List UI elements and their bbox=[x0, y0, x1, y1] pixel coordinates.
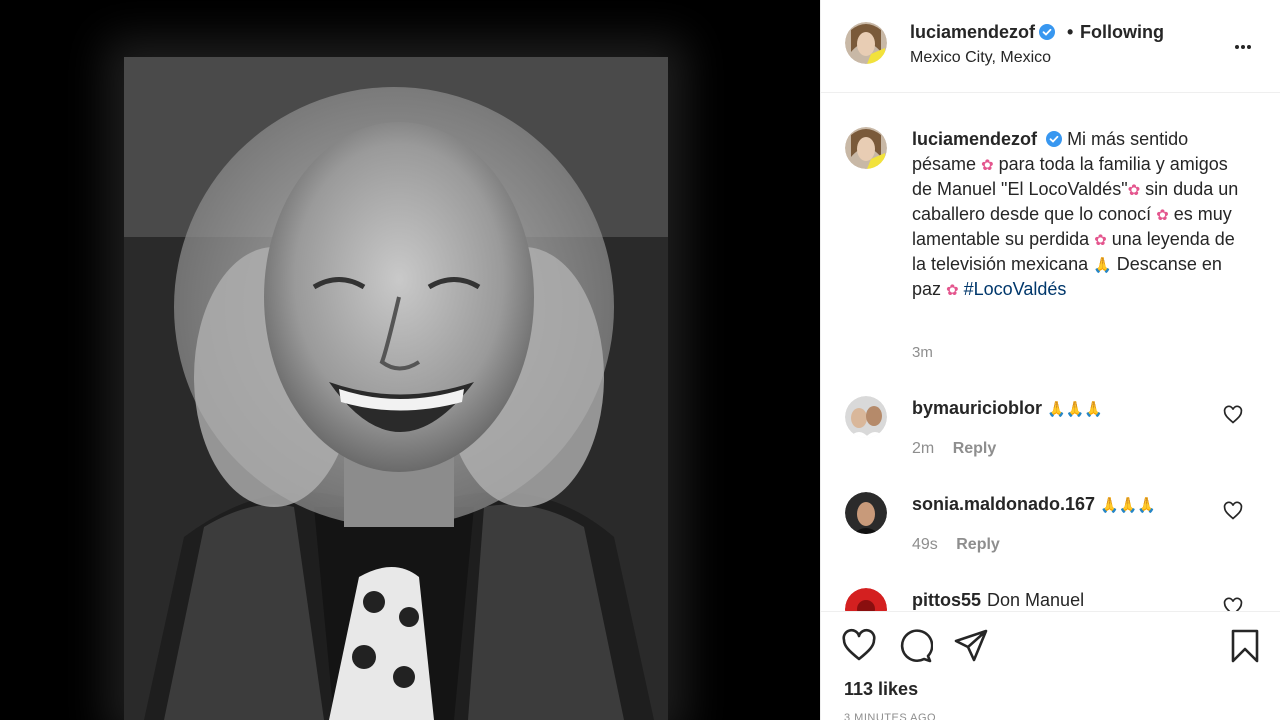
folded-hands-icon: 🙏🙏🙏 bbox=[1100, 497, 1157, 514]
commenter-avatar[interactable] bbox=[845, 396, 887, 438]
comment-username[interactable]: sonia.maldonado.167 bbox=[912, 494, 1095, 514]
comment-username[interactable]: bymauricioblor bbox=[912, 398, 1042, 418]
hibiscus-icon: ✿ bbox=[946, 282, 959, 299]
heart-icon[interactable] bbox=[841, 628, 877, 664]
post-photo[interactable] bbox=[124, 57, 668, 720]
share-icon[interactable] bbox=[953, 628, 989, 664]
comments-list[interactable]: luciamendezof Mi más sentido pésame ✿ pa… bbox=[821, 94, 1280, 611]
commenter-avatar[interactable] bbox=[845, 492, 887, 534]
comment-time: 49s bbox=[912, 536, 938, 553]
caption-timestamp: 3m bbox=[912, 344, 933, 361]
reply-button[interactable]: Reply bbox=[953, 440, 997, 457]
author-avatar[interactable] bbox=[845, 22, 887, 64]
post-media-area bbox=[0, 0, 820, 720]
caption-author-avatar[interactable] bbox=[845, 127, 887, 169]
verified-badge-icon bbox=[1039, 24, 1056, 40]
comment-item: pittos55 Don Manuel bbox=[821, 588, 1280, 611]
comment-like-heart-icon[interactable] bbox=[1223, 597, 1243, 611]
post-caption: luciamendezof Mi más sentido pésame ✿ pa… bbox=[912, 127, 1252, 302]
author-username[interactable]: luciamendezof bbox=[910, 22, 1056, 43]
comment-text: Don Manuel bbox=[987, 590, 1085, 610]
comment-icon[interactable] bbox=[897, 628, 933, 664]
post-timestamp: 3 MINUTES AGO bbox=[844, 712, 937, 720]
comment-item: bymauricioblor 🙏🙏🙏 2m Reply bbox=[821, 396, 1280, 486]
hibiscus-icon: ✿ bbox=[1127, 182, 1141, 199]
comment-like-heart-icon[interactable] bbox=[1223, 501, 1243, 521]
post-action-bar: 113 likes 3 MINUTES AGO bbox=[821, 611, 1280, 720]
header-separator: • bbox=[1067, 22, 1074, 42]
comment-username[interactable]: pittos55 bbox=[912, 590, 981, 610]
commenter-avatar[interactable] bbox=[845, 588, 887, 611]
more-options-icon[interactable] bbox=[1235, 36, 1259, 52]
author-username-text[interactable]: luciamendezof bbox=[910, 22, 1035, 42]
post-location[interactable]: Mexico City, Mexico bbox=[910, 49, 1051, 67]
following-button[interactable]: Following bbox=[1080, 22, 1164, 43]
portrait-image bbox=[124, 57, 668, 720]
reply-button[interactable]: Reply bbox=[956, 536, 1000, 553]
post-header: luciamendezof • Following Mexico City, M… bbox=[821, 0, 1280, 93]
caption-hashtag[interactable]: #LocoValdés bbox=[964, 279, 1067, 299]
comment-like-heart-icon[interactable] bbox=[1223, 405, 1243, 425]
verified-badge-icon bbox=[1046, 131, 1063, 147]
comment-item: sonia.maldonado.167 🙏🙏🙏 49s Reply bbox=[821, 492, 1280, 582]
hibiscus-icon: ✿ bbox=[981, 157, 994, 174]
hibiscus-icon: ✿ bbox=[1156, 207, 1169, 224]
post-side-panel: luciamendezof • Following Mexico City, M… bbox=[820, 0, 1280, 720]
hibiscus-icon: ✿ bbox=[1094, 232, 1107, 249]
folded-hands-icon: 🙏🙏🙏 bbox=[1047, 401, 1104, 418]
bookmark-icon[interactable] bbox=[1227, 628, 1263, 664]
comment-time: 2m bbox=[912, 440, 935, 457]
likes-count[interactable]: 113 likes bbox=[844, 679, 918, 700]
caption-username[interactable]: luciamendezof bbox=[912, 129, 1037, 149]
folded-hands-icon: 🙏 bbox=[1093, 257, 1112, 274]
